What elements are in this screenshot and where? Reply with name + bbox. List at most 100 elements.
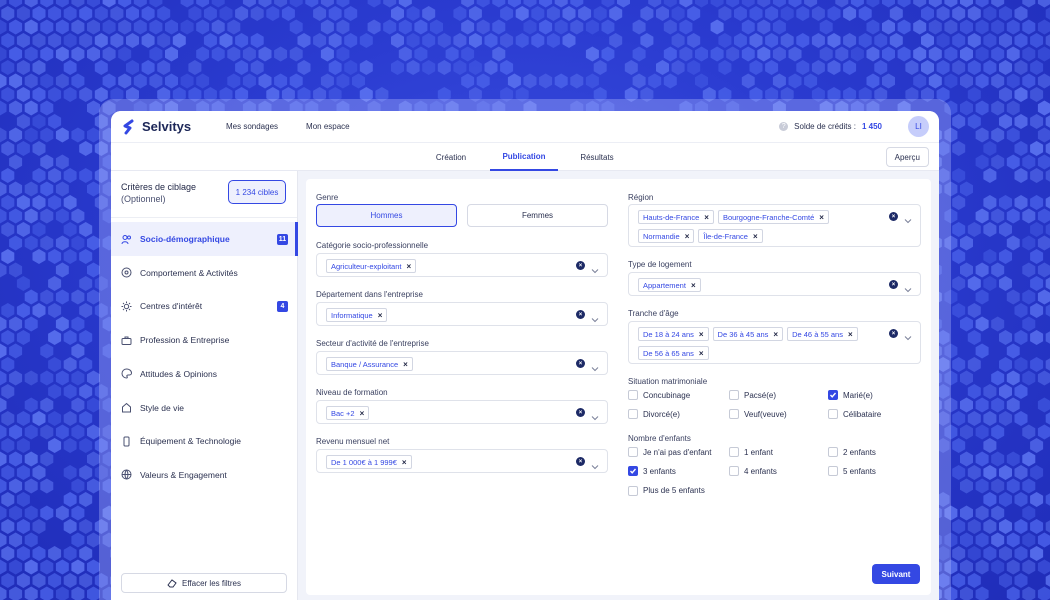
sidebar-item-profession-entreprise[interactable]: Profession & Entreprise — [111, 323, 298, 357]
checkbox[interactable] — [828, 409, 838, 419]
checkbox-option[interactable]: Marié(e) — [828, 390, 873, 400]
tab-results[interactable]: Résultats — [571, 143, 623, 171]
hexagon-cell — [687, 33, 701, 48]
sidebar-item-style-de-vie[interactable]: Style de vie — [111, 391, 298, 425]
checkbox[interactable] — [628, 390, 638, 400]
checkbox[interactable] — [628, 447, 638, 457]
clear-selection-icon[interactable]: × — [889, 212, 898, 221]
checkbox[interactable] — [828, 466, 838, 477]
chevron-down-icon[interactable] — [904, 329, 912, 341]
dept-select[interactable]: Informatique × × — [316, 302, 608, 326]
chevron-down-icon[interactable] — [591, 360, 599, 372]
chevron-down-icon[interactable] — [904, 281, 912, 293]
checkbox[interactable] — [628, 409, 638, 419]
hexagon-cell — [344, 60, 358, 75]
chevron-down-icon[interactable] — [904, 212, 912, 224]
remove-chip-icon[interactable]: × — [819, 213, 824, 222]
checkbox-option[interactable]: 4 enfants — [729, 466, 777, 477]
selected-chip: Normandie × — [638, 229, 695, 243]
checkbox-option[interactable]: Concubinage — [628, 390, 690, 400]
nav-my-surveys[interactable]: Mes sondages — [226, 122, 278, 131]
nav-my-space[interactable]: Mon espace — [306, 122, 350, 131]
logo[interactable]: Selvitys — [121, 119, 221, 135]
hexagon-cell — [289, 73, 303, 89]
avatar[interactable]: LI — [908, 116, 929, 137]
checked-checkbox[interactable] — [628, 466, 638, 477]
remove-chip-icon[interactable]: × — [403, 360, 408, 369]
clear-filters-button[interactable]: Effacer les filtres — [121, 573, 287, 593]
clear-selection-icon[interactable]: × — [889, 280, 898, 289]
preview-button[interactable]: Aperçu — [885, 147, 929, 167]
sidebar-item-attitudes-opinions[interactable]: Attitudes & Opinions — [111, 357, 298, 391]
tab-publication[interactable]: Publication — [490, 143, 558, 171]
sidebar-item-e-quipement-technologie[interactable]: Équipement & Technologie — [111, 424, 298, 458]
checkbox-option[interactable]: Célibataire — [828, 409, 881, 419]
housing-select[interactable]: Appartement × × — [628, 272, 921, 296]
clear-selection-icon[interactable]: × — [576, 457, 585, 466]
next-button[interactable]: Suivant — [872, 564, 920, 584]
sector-select[interactable]: Banque / Assurance × × — [316, 351, 608, 375]
remove-chip-icon[interactable]: × — [699, 349, 704, 358]
remove-chip-icon[interactable]: × — [753, 232, 758, 241]
hexagon-cell — [1030, 519, 1044, 534]
remove-chip-icon[interactable]: × — [378, 311, 383, 320]
genre-femmes-button[interactable]: Femmes — [467, 204, 608, 227]
genre-hommes-button[interactable]: Hommes — [316, 204, 457, 227]
clear-selection-icon[interactable]: × — [889, 329, 898, 338]
chevron-down-icon[interactable] — [591, 409, 599, 421]
remove-chip-icon[interactable]: × — [402, 458, 407, 467]
remove-chip-icon[interactable]: × — [406, 262, 411, 271]
checkbox-option[interactable]: 1 enfant — [729, 447, 773, 457]
sidebar-item-socio-de-mographique[interactable]: Socio-démographique 11 — [111, 222, 298, 256]
remove-chip-icon[interactable]: × — [773, 330, 778, 339]
targets-count-button[interactable]: 1 234 cibles — [228, 180, 286, 204]
csp-select[interactable]: Agriculteur-exploitant × × — [316, 253, 608, 277]
hexagon-cell — [422, 33, 436, 48]
checkbox[interactable] — [729, 390, 739, 400]
hexagon-cell — [344, 33, 358, 48]
checkbox-option[interactable]: Plus de 5 enfants — [628, 485, 705, 496]
checkbox[interactable] — [828, 447, 838, 457]
chevron-down-icon[interactable] — [591, 262, 599, 274]
sidebar-item-comportement-activite-s[interactable]: Comportement & Activités — [111, 256, 298, 290]
remove-chip-icon[interactable]: × — [691, 281, 696, 290]
age-select[interactable]: De 18 à 24 ans × De 36 à 45 ans × De 46 à 55… — [628, 321, 921, 364]
clear-selection-icon[interactable]: × — [576, 261, 585, 270]
criteria-form: Genre Hommes Femmes Catégorie socio-prof… — [306, 179, 931, 595]
sidebar-item-valeurs-engagement[interactable]: Valeurs & Engagement — [111, 458, 298, 492]
help-icon[interactable]: ? — [779, 122, 789, 131]
chevron-down-icon[interactable] — [591, 458, 599, 470]
hexagon-cell — [16, 276, 30, 291]
checkbox-option[interactable]: Pacsé(e) — [729, 390, 776, 400]
remove-chip-icon[interactable]: × — [360, 409, 365, 418]
remove-chip-icon[interactable]: × — [848, 330, 853, 339]
checked-checkbox[interactable] — [828, 390, 838, 400]
income-select[interactable]: De 1 000€ à 1 999€ × × — [316, 449, 608, 473]
checkbox-option[interactable]: 5 enfants — [828, 466, 876, 477]
checkbox[interactable] — [729, 409, 739, 419]
region-select[interactable]: Hauts-de-France × Bourgogne-Franche-Comté ×… — [628, 204, 921, 247]
hexagon-cell — [55, 181, 69, 197]
chevron-down-icon[interactable] — [591, 311, 599, 323]
remove-chip-icon[interactable]: × — [699, 330, 704, 339]
education-select[interactable]: Bac +2 × × — [316, 400, 608, 424]
checkbox[interactable] — [729, 447, 739, 457]
clear-selection-icon[interactable]: × — [576, 359, 585, 368]
sidebar-item-centres-d-inte-re-t[interactable]: Centres d'intérêt 4 — [111, 289, 298, 323]
checkbox-option[interactable]: Veuf(veuve) — [729, 409, 787, 419]
remove-chip-icon[interactable]: × — [704, 213, 709, 222]
checkbox-option[interactable]: Divorcé(e) — [628, 409, 680, 419]
checkbox[interactable] — [729, 466, 739, 477]
clear-selection-icon[interactable]: × — [576, 310, 585, 319]
tab-creation[interactable]: Création — [426, 143, 476, 171]
clear-selection-icon[interactable]: × — [576, 408, 585, 417]
hexagon-cell — [1006, 559, 1020, 575]
checkbox-option[interactable]: 3 enfants — [628, 466, 676, 477]
checkbox[interactable] — [628, 485, 638, 496]
checkbox-option[interactable]: Je n'ai pas d'enfant — [628, 447, 711, 457]
selected-chip: Hauts-de-France × — [638, 210, 714, 224]
checkbox-option[interactable]: 2 enfants — [828, 447, 876, 457]
remove-chip-icon[interactable]: × — [685, 232, 690, 241]
hexagon-cell — [48, 6, 62, 21]
hexagon-cell — [695, 46, 708, 62]
